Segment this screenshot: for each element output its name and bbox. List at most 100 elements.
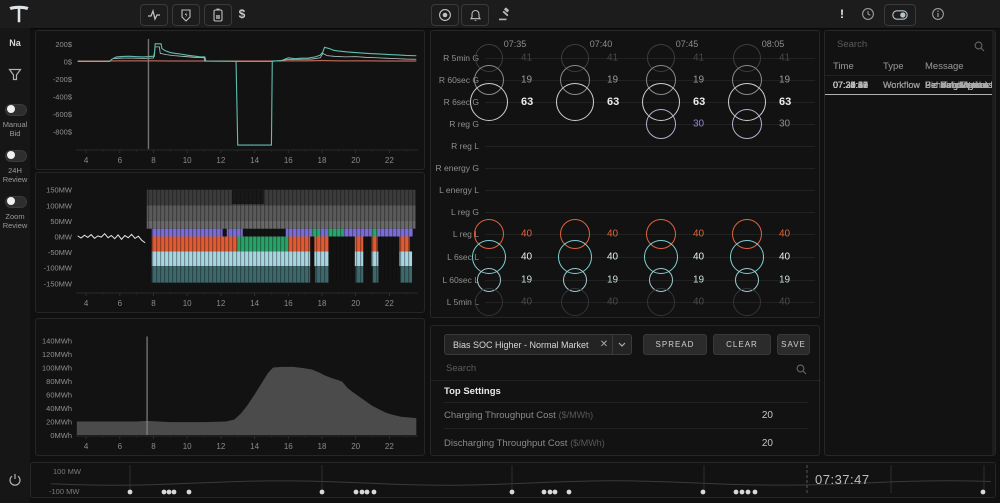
timeline-event-dot[interactable]	[753, 490, 758, 495]
toggle-24h-review[interactable]	[5, 150, 27, 162]
timeline-event-dot[interactable]	[548, 490, 553, 495]
bid-circle-r-reg-g[interactable]	[646, 109, 676, 139]
bid-value[interactable]: 63	[779, 96, 791, 108]
bid-circle-l-5min-l[interactable]	[647, 288, 675, 316]
mode-toggle-button[interactable]	[884, 4, 916, 26]
bid-value[interactable]: 19	[693, 275, 704, 286]
bid-value[interactable]: 40	[693, 229, 704, 240]
timeline-event-dot[interactable]	[372, 490, 377, 495]
timeline-event-dot[interactable]	[734, 490, 739, 495]
battery-button[interactable]	[204, 4, 232, 26]
toggle-zoom-review[interactable]	[5, 196, 27, 208]
spread-button[interactable]: SPREAD	[643, 334, 707, 355]
timeline-event-dot[interactable]	[542, 490, 547, 495]
power-icon[interactable]	[8, 473, 22, 487]
alerts-button[interactable]	[461, 4, 489, 26]
forecast-price	[78, 44, 417, 145]
bid-circle-r-6sec-g[interactable]	[556, 83, 594, 121]
history-clock-icon[interactable]	[858, 4, 878, 24]
log-col-type[interactable]: Type	[883, 61, 904, 72]
info-icon[interactable]	[928, 4, 948, 24]
setting-row-discharging[interactable]: Discharging Throughput Cost ($/MWh)	[444, 438, 605, 449]
preset-dropdown[interactable]: Bias SOC Higher - Normal Market ✕	[444, 334, 632, 355]
bid-value[interactable]: 19	[521, 75, 532, 86]
timeline-event-dot[interactable]	[701, 490, 706, 495]
price-chart-button[interactable]	[140, 4, 168, 26]
bid-value[interactable]: 41	[521, 53, 532, 64]
bid-value[interactable]: 40	[607, 297, 618, 308]
bid-circle-r-6sec-g[interactable]	[470, 83, 508, 121]
preset-clear-icon[interactable]: ✕	[596, 339, 612, 350]
dollar-icon[interactable]: $	[232, 4, 252, 24]
timeline-event-dot[interactable]	[365, 490, 370, 495]
bid-value[interactable]: 40	[607, 252, 618, 263]
alert-exclamation-icon[interactable]: !	[832, 4, 852, 24]
setting-value-discharging[interactable]: 20	[749, 438, 773, 449]
timeline-event-dot[interactable]	[740, 490, 745, 495]
setting-value-charging[interactable]: 20	[749, 410, 773, 421]
bid-value[interactable]: 40	[607, 229, 618, 240]
bid-value[interactable]: 19	[779, 275, 790, 286]
timeline-event-dot[interactable]	[360, 490, 365, 495]
charge-tag-button[interactable]	[172, 4, 200, 26]
log-row[interactable]: 07:20:25WorkflowPending Forecasting	[825, 77, 996, 95]
bid-value[interactable]: 19	[607, 275, 618, 286]
bid-value[interactable]: 40	[693, 297, 704, 308]
bid-value[interactable]: 41	[607, 53, 618, 64]
bid-value[interactable]: 41	[693, 53, 704, 64]
soc-chart-panel[interactable]: 140MWh120MWh100MWh80MWh60MWh40MWh20MWh0M…	[35, 318, 425, 456]
bid-value[interactable]: 41	[779, 53, 790, 64]
toggle-manual-bid[interactable]	[5, 104, 27, 116]
bid-value[interactable]: 40	[521, 229, 532, 240]
setting-row-charging[interactable]: Charging Throughput Cost ($/MWh)	[444, 410, 593, 421]
tesla-logo-icon[interactable]	[8, 3, 30, 25]
bid-value[interactable]: 63	[693, 96, 705, 108]
bid-value[interactable]: 40	[521, 297, 532, 308]
bid-value[interactable]: 19	[521, 275, 532, 286]
target-button[interactable]	[431, 4, 459, 26]
bid-value[interactable]: 40	[779, 229, 790, 240]
svg-text:100MW: 100MW	[46, 201, 73, 210]
timeline-event-dot[interactable]	[320, 490, 325, 495]
svg-text:-50MW: -50MW	[48, 248, 73, 257]
bid-value[interactable]: 30	[693, 119, 704, 130]
bid-value[interactable]: 63	[607, 96, 619, 108]
save-button[interactable]: SAVE	[777, 334, 810, 355]
bid-value[interactable]: 63	[521, 96, 533, 108]
bid-value[interactable]: 30	[779, 119, 790, 130]
timeline-event-dot[interactable]	[167, 490, 172, 495]
timeline-event-dot[interactable]	[567, 490, 572, 495]
filter-funnel-icon[interactable]	[8, 68, 22, 81]
bid-circle-r-reg-g[interactable]	[732, 109, 762, 139]
bid-value[interactable]: 40	[693, 252, 704, 263]
timeline-event-dot[interactable]	[354, 490, 359, 495]
timeline-event-dot[interactable]	[128, 490, 133, 495]
log-search-input[interactable]	[835, 38, 969, 51]
bid-value[interactable]: 40	[521, 252, 532, 263]
timeline-event-dot[interactable]	[510, 490, 515, 495]
timeline-event-dot[interactable]	[746, 490, 751, 495]
timeline-event-dot[interactable]	[187, 490, 192, 495]
timeline-panel[interactable]: 100 MW -100 MW 07:37:47	[30, 462, 996, 498]
timeline-event-dot[interactable]	[162, 490, 167, 495]
bid-value[interactable]: 19	[693, 75, 704, 86]
bid-circle-l-5min-l[interactable]	[733, 288, 761, 316]
bid-value[interactable]: 19	[779, 75, 790, 86]
bid-value[interactable]: 40	[779, 252, 790, 263]
log-scrollbar[interactable]	[992, 31, 995, 456]
log-col-message[interactable]: Message	[925, 61, 964, 72]
settings-search-input[interactable]	[444, 362, 778, 375]
price-chart-panel[interactable]: 200$0$-200$-400$-600$-800$46810121416182…	[35, 30, 425, 170]
clear-button[interactable]: CLEAR	[713, 334, 771, 355]
auction-gavel-icon[interactable]	[494, 4, 514, 24]
bid-circle-l-5min-l[interactable]	[475, 288, 503, 316]
bid-value[interactable]: 19	[607, 75, 618, 86]
log-col-time[interactable]: Time	[833, 61, 854, 72]
chevron-down-icon[interactable]	[612, 335, 631, 354]
bid-value[interactable]: 40	[779, 297, 790, 308]
timeline-event-dot[interactable]	[981, 490, 986, 495]
dispatch-chart-panel[interactable]: 150MW100MW50MW0MW-50MW-100MW-150MW468101…	[35, 172, 425, 313]
bid-circle-l-5min-l[interactable]	[561, 288, 589, 316]
timeline-event-dot[interactable]	[553, 490, 558, 495]
timeline-event-dot[interactable]	[172, 490, 177, 495]
